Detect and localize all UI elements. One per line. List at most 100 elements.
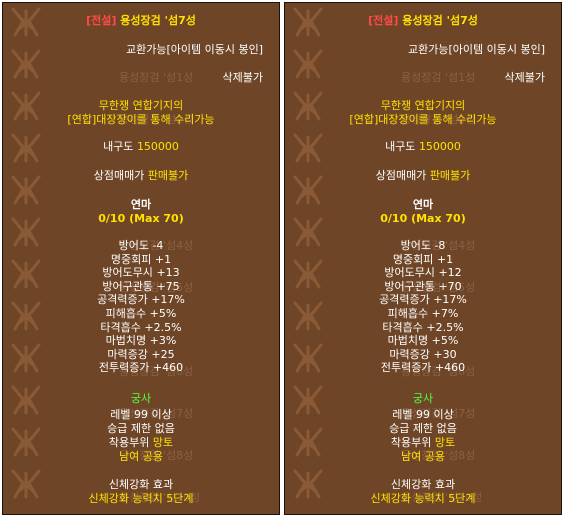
stat-row: 공격력증가 +17% xyxy=(3,293,279,306)
trade-info: 교환가능[아이템 이동시 봉인] xyxy=(285,43,561,56)
stat-value: +3% xyxy=(149,334,177,348)
item-grade-badge: [전설] xyxy=(86,14,117,27)
body-effect-title-text: 신체강화 효과 xyxy=(108,478,174,491)
shop-price-value: 판매불가 xyxy=(147,169,189,182)
class-text: 궁사 xyxy=(130,392,152,405)
stat-label: 피해흡수 xyxy=(105,307,147,320)
stat-value: -4 xyxy=(152,239,164,252)
equip-slot-label: 착용부위 xyxy=(390,436,432,449)
durability-label: 내구도 xyxy=(385,140,416,153)
stat-value: -8 xyxy=(434,239,446,252)
equip-slot-label: 착용부위 xyxy=(108,436,150,449)
level-text: 레벨 99 이상 xyxy=(110,408,172,421)
shop-price-value: 판매불가 xyxy=(429,169,471,182)
stat-value: +17% xyxy=(151,293,185,307)
stat-value: +7% xyxy=(431,307,459,320)
stat-row: 마력증강 +25 xyxy=(3,348,279,361)
level-requirement: 레벨 99 이상 xyxy=(3,408,279,421)
stat-value: +460 xyxy=(152,361,184,375)
stat-label: 공격력증가 xyxy=(379,293,430,307)
stat-value: +5% xyxy=(431,334,459,348)
refine-value: 0/10 (Max 70) xyxy=(3,212,279,225)
class-requirement: 궁사 xyxy=(3,392,279,405)
stat-value: +5% xyxy=(149,307,177,320)
stat-value: +2.5% xyxy=(144,320,182,334)
stat-label: 방어도 xyxy=(400,239,431,252)
stat-label: 명중회피 xyxy=(110,252,152,266)
stat-value: +70 xyxy=(438,279,462,293)
shop-price-row: 상점매매가 판매불가 xyxy=(3,169,279,182)
delete-text: 삭제불가 xyxy=(504,71,545,84)
refine-value-text: 0/10 (Max 70) xyxy=(380,212,466,225)
stat-label: 타격흡수 xyxy=(100,320,141,334)
refine-title-text: 연마 xyxy=(412,198,434,211)
stat-value: +2.5% xyxy=(426,320,464,334)
refine-title-text: 연마 xyxy=(130,198,152,211)
body-effect-value-text: 신체강화 능력치 5단계 xyxy=(370,492,476,505)
stat-row: 방어도 -4 xyxy=(3,239,279,252)
gender-text: 남여 공용 xyxy=(401,450,445,463)
durability-label: 내구도 xyxy=(103,140,134,153)
stat-label: 마력증강 xyxy=(389,347,430,361)
stat-label: 방어구관통 xyxy=(384,279,435,293)
stat-label: 전투력증가 xyxy=(98,361,150,375)
stat-row: 방어도 -8 xyxy=(285,239,561,252)
delete-info: 삭제불가 xyxy=(3,71,279,84)
stat-label: 공격력증가 xyxy=(97,293,148,307)
stat-label: 전투력증가 xyxy=(380,361,432,375)
trade-text: 교환가능[아이템 이동시 봉인] xyxy=(407,43,545,56)
durability-row: 내구도 150000 xyxy=(285,140,561,153)
item-title: [전설] 용성장검 '섬7성 xyxy=(3,14,279,27)
body-effect-title: 신체강화 효과 xyxy=(3,478,279,491)
stat-row: 방어구관통 +70 xyxy=(285,280,561,293)
stat-label: 마력증강 xyxy=(107,347,148,361)
equip-slot-value: 망토 xyxy=(152,436,174,449)
body-effect-title-text: 신체강화 효과 xyxy=(390,478,456,491)
stat-row: 피해흡수 +7% xyxy=(285,307,561,320)
equip-slot-value: 망토 xyxy=(434,436,456,449)
body-effect-value: 신체강화 능력치 5단계 xyxy=(3,492,279,505)
stat-row: 마법치명 +5% xyxy=(285,334,561,347)
grade-limit: 승급 제한 없음 xyxy=(3,422,279,435)
refine-title: 연마 xyxy=(3,198,279,211)
stat-row: 피해흡수 +5% xyxy=(3,307,279,320)
equip-slot-row: 착용부위 망토 xyxy=(3,436,279,449)
level-text: 레벨 99 이상 xyxy=(392,408,454,421)
shop-price-label: 상점매매가 xyxy=(93,169,145,182)
stat-row: 타격흡수 +2.5% xyxy=(3,321,279,334)
stat-value: +25 xyxy=(151,347,175,361)
item-grade-badge: [전설] xyxy=(368,14,399,27)
stat-value: +1 xyxy=(436,252,454,266)
gender-row: 남여 공용 xyxy=(3,450,279,463)
item-title: [전설] 용성장검 '섬7성 xyxy=(285,14,561,27)
stat-row: 전투력증가 +460 xyxy=(3,361,279,374)
stat-label: 타격흡수 xyxy=(382,320,423,334)
repair-text-1: 무한쟁 연합기지의 xyxy=(380,99,466,112)
class-text: 궁사 xyxy=(412,392,434,405)
repair-line-2: [연합]대장장이를 통해 수리가능 xyxy=(285,113,561,126)
stat-row: 방어도무시 +12 xyxy=(285,266,561,279)
body-effect-value-text: 신체강화 능력치 5단계 xyxy=(88,492,194,505)
durability-value: 150000 xyxy=(136,140,179,153)
trade-info: 교환가능[아이템 이동시 봉인] xyxy=(3,43,279,56)
repair-line-1: 무한쟁 연합기지의 xyxy=(285,99,561,112)
stat-row: 명중회피 +1 xyxy=(285,253,561,266)
durability-row: 내구도 150000 xyxy=(3,140,279,153)
body-effect-title: 신체강화 효과 xyxy=(285,478,561,491)
delete-text: 삭제불가 xyxy=(222,71,263,84)
stat-label: 방어도 xyxy=(118,239,149,252)
trade-text: 교환가능[아이템 이동시 봉인] xyxy=(125,43,263,56)
stat-label: 방어도무시 xyxy=(102,266,153,280)
refine-value-text: 0/10 (Max 70) xyxy=(98,212,184,225)
stat-label: 명중회피 xyxy=(392,252,434,266)
stat-row: 명중회피 +1 xyxy=(3,253,279,266)
gender-row: 남여 공용 xyxy=(285,450,561,463)
stat-label: 방어도무시 xyxy=(384,266,435,280)
repair-line-1: 무한쟁 연합기지의 xyxy=(3,99,279,112)
grade-limit-text: 승급 제한 없음 xyxy=(389,422,457,435)
item-name: 용성장검 '섬7성 xyxy=(120,14,196,27)
stat-value: +17% xyxy=(433,293,467,307)
stat-row: 방어도무시 +13 xyxy=(3,266,279,279)
stat-row: 마법치명 +3% xyxy=(3,334,279,347)
stat-label: 피해흡수 xyxy=(387,307,429,320)
